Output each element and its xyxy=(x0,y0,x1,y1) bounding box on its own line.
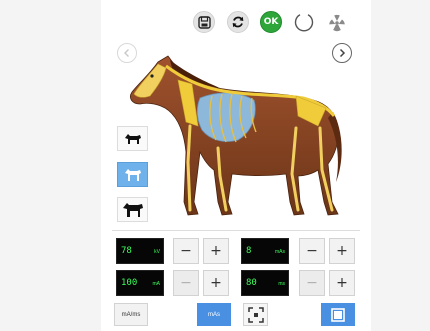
horse-large-icon xyxy=(122,202,143,217)
ma-display: 100 mA xyxy=(116,270,164,296)
save-icon xyxy=(197,15,211,29)
fullscreen-button[interactable] xyxy=(321,303,355,326)
mas-decrease-button[interactable]: − xyxy=(299,238,325,264)
horse-large-view-button[interactable] xyxy=(117,197,148,222)
radiation-icon xyxy=(329,14,345,32)
mas-mode-label: mAs xyxy=(208,311,220,318)
focus-button[interactable] xyxy=(243,303,268,326)
ma-unit: mA xyxy=(152,281,161,287)
ok-label: OK xyxy=(263,17,279,27)
ma-ms-mode-button[interactable]: mA/ms xyxy=(114,303,148,326)
eye xyxy=(150,74,154,78)
focus-icon xyxy=(247,306,264,323)
horse-anatomy-illustration xyxy=(130,55,342,216)
ma-decrease-button[interactable]: − xyxy=(173,270,199,296)
horse-skeleton-view-button[interactable] xyxy=(117,162,148,187)
power-button[interactable] xyxy=(293,11,315,33)
ma-value: 100 xyxy=(121,278,138,288)
ms-unit: ms xyxy=(278,281,285,287)
mas-increase-button[interactable]: + xyxy=(329,238,355,264)
refresh-icon xyxy=(232,16,244,28)
kv-value: 78 xyxy=(121,246,132,256)
ok-button[interactable]: OK xyxy=(260,11,282,33)
kv-increase-button[interactable]: + xyxy=(203,238,229,264)
mas-value: 8 xyxy=(246,246,252,256)
save-button[interactable] xyxy=(193,11,215,33)
divider xyxy=(112,230,360,231)
ms-value: 80 xyxy=(246,278,257,288)
kv-unit: kV xyxy=(154,249,160,255)
ms-increase-button[interactable]: + xyxy=(329,270,355,296)
ma-increase-button[interactable]: + xyxy=(203,270,229,296)
refresh-button[interactable] xyxy=(227,11,249,33)
mas-mode-button[interactable]: mAs xyxy=(197,303,231,326)
fullscreen-icon xyxy=(331,307,345,322)
kv-decrease-button[interactable]: − xyxy=(173,238,199,264)
mas-display: 8 mAs xyxy=(241,238,289,264)
ma-ms-label: mA/ms xyxy=(121,311,141,318)
horse-skeleton-icon xyxy=(124,168,141,181)
kv-display: 78 kV xyxy=(116,238,164,264)
mas-unit: mAs xyxy=(275,249,285,255)
ms-display: 80 ms xyxy=(241,270,289,296)
power-icon xyxy=(294,14,314,32)
radiation-button[interactable] xyxy=(326,11,348,33)
horse-icon xyxy=(124,133,141,144)
ms-decrease-button[interactable]: − xyxy=(299,270,325,296)
horse-small-view-button[interactable] xyxy=(117,126,148,151)
